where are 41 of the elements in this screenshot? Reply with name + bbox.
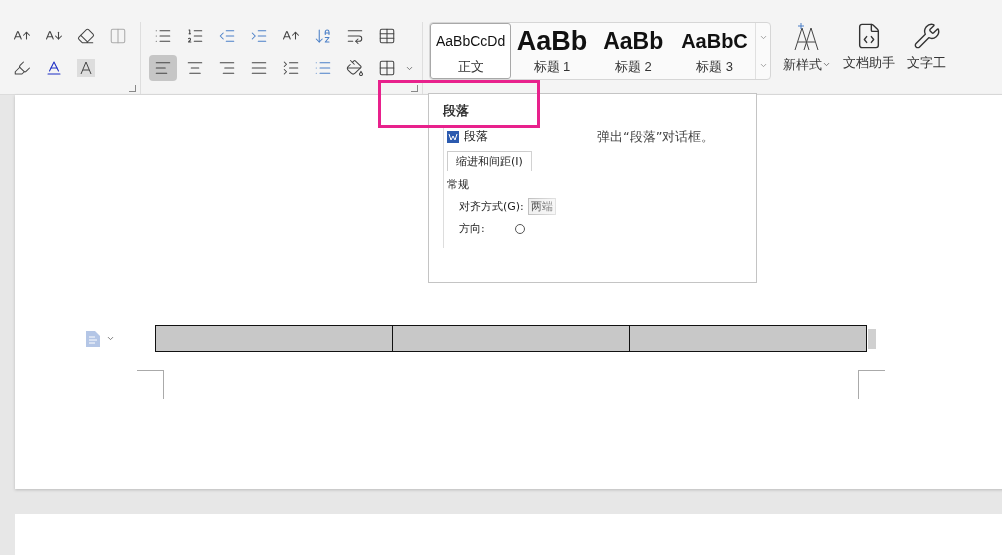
style-label: 标题 3 [696,58,733,76]
align-right-icon [218,59,236,77]
style-sample: AaBbC [681,29,748,54]
document-assistant-button[interactable]: 文档助手 [837,22,901,72]
caret-icon [822,60,831,69]
dialog-launcher-icon[interactable] [411,85,418,92]
style-sample: AaBb [603,27,664,56]
style-item[interactable]: AaBbCcDd 正文 [430,23,512,79]
dialog-title: 段落 [464,128,488,145]
style-item[interactable]: AaBb 标题 1 [511,23,593,79]
style-item[interactable]: AaBbC 标题 3 [673,23,756,79]
new-style-button[interactable]: 新样式 [777,22,837,74]
style-label: 标题 2 [614,58,652,76]
style-label: 正文 [457,58,484,76]
align-left-icon [154,59,172,77]
caret-icon[interactable] [106,334,115,343]
field-label: 方向: [459,221,485,236]
style-label: 标题 1 [533,58,571,76]
radio-icon [514,223,525,234]
table-cell[interactable] [630,326,866,351]
field-label: 对齐方式(G): [459,199,524,214]
table-cell[interactable] [393,326,630,351]
align-justify-icon [250,59,268,77]
tooltip-title: 段落 [443,102,470,120]
crop-mark [858,370,885,399]
wrench-icon [912,22,941,50]
style-sample: AaBbCcDd [436,32,506,51]
table-cell[interactable] [156,326,393,351]
align-left-button[interactable] [149,55,177,81]
section-label: 常规 [447,177,470,192]
dialog-launcher-icon[interactable] [129,85,136,92]
letters-icon [792,22,822,52]
app-icon [447,130,459,143]
text-tools-button[interactable]: 文字工 [901,22,952,72]
select-field: 两端 [527,198,556,215]
style-sample: AaBb [516,26,588,56]
tooltip-description: 弹出“段落”对话框。 [597,128,715,146]
style-item[interactable]: AaBb 标题 2 [592,23,674,79]
align-center-icon [186,59,204,77]
table-handle[interactable] [868,328,876,349]
crop-mark [137,370,164,399]
